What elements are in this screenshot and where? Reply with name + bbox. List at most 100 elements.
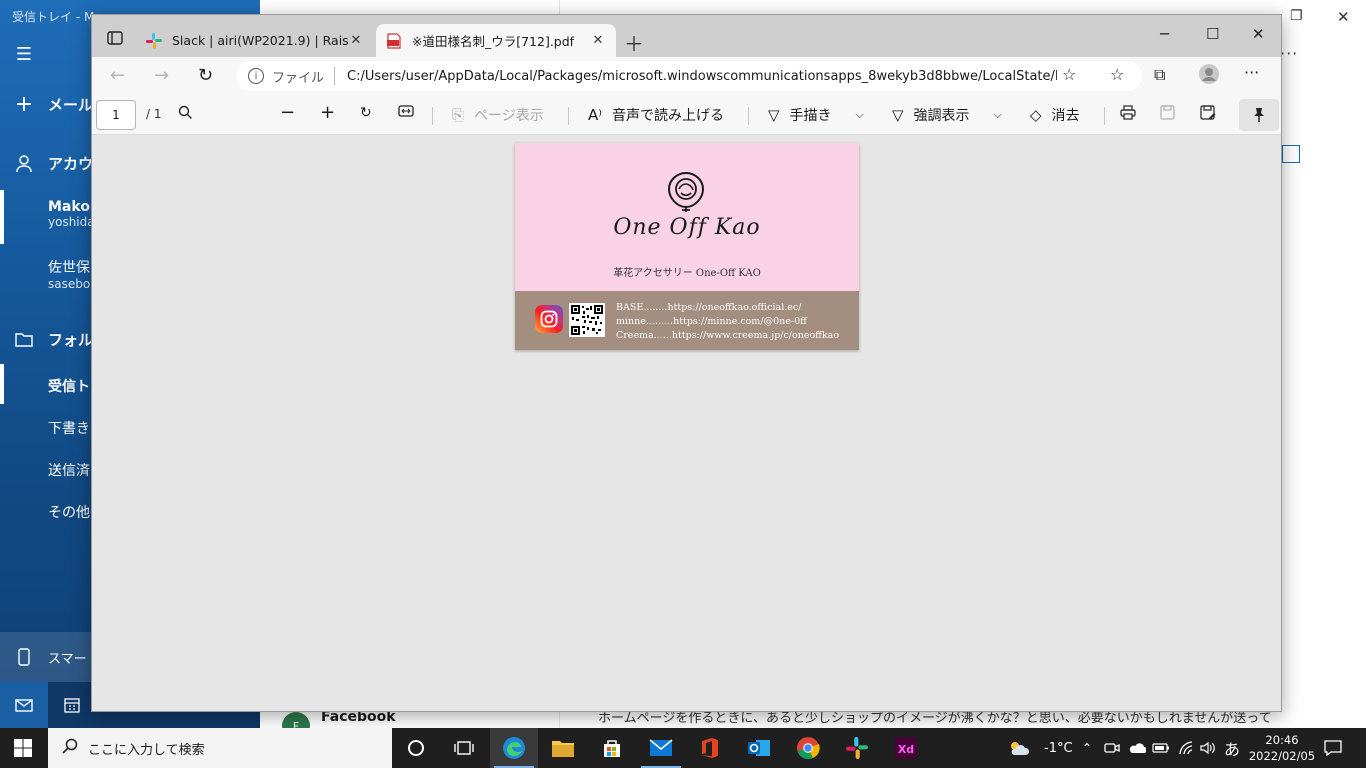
folder-icon xyxy=(552,741,574,757)
folder-inbox[interactable]: 受信ト xyxy=(48,376,90,396)
pdf-toolbar: 1 / 1 − + ↻ ⎘ ページ表示 A⁾ 音声で読み上げる ▽ 手描き ⌵ … xyxy=(92,95,1281,135)
url-text[interactable]: C:/Users/user/AppData/Local/Packages/mic… xyxy=(347,69,1057,84)
pdf-search-icon[interactable] xyxy=(178,105,193,120)
task-view-button[interactable] xyxy=(440,728,488,768)
tab-close-button[interactable]: ✕ xyxy=(590,33,606,48)
chevron-down-icon[interactable]: ⌵ xyxy=(856,108,864,122)
start-button[interactable] xyxy=(14,739,32,761)
address-field[interactable]: i ファイル C:/Users/user/AppData/Local/Packa… xyxy=(236,61,1142,91)
onedrive-icon[interactable] xyxy=(1128,728,1146,768)
refresh-button[interactable]: ↻ xyxy=(198,65,213,86)
calendar-icon xyxy=(64,698,80,713)
new-tab-button[interactable]: ＋ xyxy=(624,28,644,57)
taskbar-office[interactable] xyxy=(686,728,734,768)
read-aloud-button[interactable]: A⁾ 音声で読み上げる xyxy=(588,105,724,125)
taskbar-search-box[interactable]: ここに入力して検索 xyxy=(48,728,392,768)
adobe-xd-icon: Xd xyxy=(895,737,917,759)
taskbar-mail[interactable] xyxy=(637,728,685,768)
draw-button[interactable]: ▽ 手描き ⌵ xyxy=(768,105,864,125)
draw-label: 手描き xyxy=(789,108,832,124)
maximize-button[interactable]: ☐ xyxy=(1206,25,1219,43)
account-item-mako[interactable]: Mako yoshida xyxy=(48,199,95,229)
taskbar-clock[interactable]: 20:46 2022/02/05 xyxy=(1244,732,1320,764)
add-favorite-icon[interactable]: ☆ xyxy=(1062,65,1076,84)
tab-label: Slack | airi(WP2021.9) | RaiseTech xyxy=(172,33,348,48)
close-window-button[interactable]: ✕ xyxy=(1252,25,1265,43)
info-icon[interactable]: i xyxy=(248,68,264,84)
forward-button[interactable]: → xyxy=(154,65,169,86)
settings-more-icon[interactable]: ··· xyxy=(1244,63,1259,82)
taskbar-edge[interactable] xyxy=(490,728,538,768)
favorites-icon[interactable]: ☆ xyxy=(1110,65,1124,84)
profile-avatar[interactable] xyxy=(1198,63,1220,89)
back-button[interactable]: ← xyxy=(110,65,125,86)
tab-pdf[interactable]: ※道田様名刺_ウラ[712].pdf ✕ xyxy=(376,24,616,57)
collections-icon[interactable]: ⧉ xyxy=(1154,65,1165,85)
clock-time: 20:46 xyxy=(1265,733,1299,747)
page-view-button[interactable]: ⎘ ページ表示 xyxy=(452,105,544,125)
folders-label: フォル xyxy=(48,331,94,349)
brand-tagline: 革花アクセサリー One-Off KAO xyxy=(613,268,761,279)
volume-icon[interactable] xyxy=(1200,728,1216,768)
person-icon xyxy=(0,154,48,173)
battery-icon[interactable] xyxy=(1152,728,1170,768)
account-item-sasebo[interactable]: 佐世保 sasebo xyxy=(48,257,90,291)
weather-widget[interactable]: -1°C xyxy=(1006,728,1073,768)
address-divider xyxy=(334,67,336,85)
taskbar-store[interactable] xyxy=(588,728,636,768)
taskbar-chrome[interactable] xyxy=(784,728,832,768)
eraser-icon: ◇ xyxy=(1030,106,1042,124)
shop-link-base: BASE........https://oneoffkao.official.e… xyxy=(616,302,802,313)
minimize-button[interactable]: ─ xyxy=(1160,25,1169,43)
phone-icon xyxy=(0,648,48,666)
mail-restore-button[interactable]: ❐ xyxy=(1290,8,1303,24)
folder-sent[interactable]: 送信済 xyxy=(48,460,90,480)
tab-close-button[interactable]: ✕ xyxy=(348,33,364,48)
ime-indicator[interactable]: あ xyxy=(1224,728,1240,768)
weather-icon xyxy=(1011,742,1030,755)
tab-actions-button[interactable] xyxy=(100,27,130,49)
cortana-button[interactable] xyxy=(392,728,440,768)
mail-switch-button[interactable] xyxy=(0,682,48,728)
fit-to-page-button[interactable] xyxy=(398,105,414,117)
plus-icon: + xyxy=(14,92,34,117)
cortana-icon xyxy=(408,740,424,756)
taskbar-outlook[interactable] xyxy=(735,728,783,768)
edge-icon xyxy=(503,737,525,759)
mail-more-icon[interactable]: ··· xyxy=(1280,44,1298,63)
meet-now-icon[interactable] xyxy=(1104,728,1120,768)
notification-center-icon[interactable] xyxy=(1324,728,1342,768)
folder-drafts[interactable]: 下書き xyxy=(48,418,90,438)
save-as-icon[interactable] xyxy=(1200,105,1216,120)
slack-icon xyxy=(146,32,162,49)
weather-temp: -1°C xyxy=(1044,740,1073,756)
taskbar-file-explorer[interactable] xyxy=(539,728,587,768)
folder-other[interactable]: その他 xyxy=(48,502,90,522)
search-icon xyxy=(62,738,78,758)
rotate-button[interactable]: ↻ xyxy=(360,105,372,121)
pin-toolbar-button[interactable] xyxy=(1239,99,1279,131)
taskbar-adobe-xd[interactable]: Xd xyxy=(882,728,930,768)
calendar-switch-button[interactable] xyxy=(48,697,96,713)
popout-icon[interactable] xyxy=(1282,145,1300,163)
account-name: Mako xyxy=(48,199,90,215)
wifi-icon[interactable] xyxy=(1178,728,1194,768)
chevron-down-icon[interactable]: ⌵ xyxy=(994,108,1002,122)
highlight-label: 強調表示 xyxy=(913,108,970,124)
qr-code-icon xyxy=(569,303,605,337)
show-hidden-icons[interactable]: ⌃ xyxy=(1082,728,1092,768)
pdf-icon xyxy=(387,32,401,49)
zoom-in-button[interactable]: + xyxy=(320,102,335,123)
erase-button[interactable]: ◇ 消去 xyxy=(1030,105,1080,125)
print-icon[interactable] xyxy=(1120,105,1136,120)
mail-close-button[interactable]: ✕ xyxy=(1337,8,1350,26)
zoom-out-button[interactable]: − xyxy=(280,102,295,123)
draw-icon: ▽ xyxy=(768,106,780,124)
toolbar-divider xyxy=(568,107,569,125)
save-icon[interactable] xyxy=(1160,105,1175,120)
taskbar-slack[interactable] xyxy=(833,728,881,768)
page-number-input[interactable]: 1 xyxy=(96,100,136,130)
tab-slack[interactable]: Slack | airi(WP2021.9) | RaiseTech ✕ xyxy=(136,24,374,57)
office-icon xyxy=(702,738,718,758)
highlight-button[interactable]: ▽ 強調表示 ⌵ xyxy=(892,105,1002,125)
